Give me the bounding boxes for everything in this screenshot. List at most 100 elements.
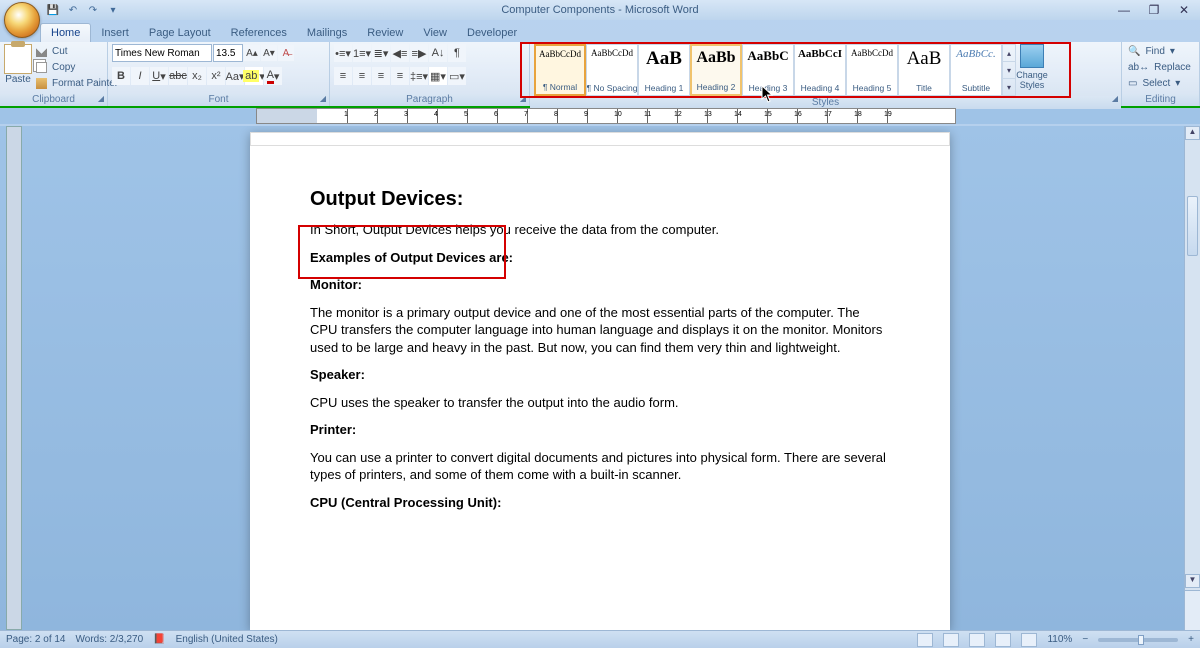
tab-review[interactable]: Review bbox=[357, 24, 413, 42]
group-label-font: Font bbox=[108, 93, 329, 106]
paragraph-text: Examples of Output Devices are: bbox=[310, 249, 890, 267]
scroll-up-button[interactable]: ▲ bbox=[1185, 126, 1200, 140]
change-case-button[interactable]: Aa▾ bbox=[226, 67, 244, 85]
maximize-button[interactable]: ❐ bbox=[1144, 3, 1164, 17]
style-heading-4[interactable]: AaBbCcIHeading 4 bbox=[794, 44, 846, 96]
web-layout-view-icon[interactable] bbox=[969, 633, 985, 647]
tab-mailings[interactable]: Mailings bbox=[297, 24, 357, 42]
shading-button[interactable]: ▦▾ bbox=[429, 67, 447, 85]
style-preview: AaBbCc. bbox=[956, 48, 995, 60]
subscript-button[interactable]: x₂ bbox=[188, 67, 206, 85]
paste-button[interactable]: Paste bbox=[4, 44, 32, 85]
underline-button[interactable]: U▾ bbox=[150, 67, 168, 85]
tab-developer[interactable]: Developer bbox=[457, 24, 527, 42]
styles-row-up-icon[interactable]: ▴ bbox=[1003, 45, 1015, 62]
print-layout-view-icon[interactable] bbox=[917, 633, 933, 647]
clear-formatting-icon[interactable]: A̶ bbox=[278, 45, 294, 61]
save-icon[interactable]: 💾 bbox=[46, 3, 60, 17]
style-preview: AaBbCcI bbox=[798, 48, 842, 60]
style-title[interactable]: AaBTitle bbox=[898, 44, 950, 96]
replace-button[interactable]: ab↔ Replace bbox=[1126, 60, 1195, 75]
style-preview: AaBb bbox=[696, 49, 735, 67]
paragraph-launcher-icon[interactable]: ◢ bbox=[520, 94, 526, 103]
clipboard-launcher-icon[interactable]: ◢ bbox=[98, 94, 104, 103]
bullets-button[interactable]: •≡▾ bbox=[334, 44, 352, 62]
decrease-indent-button[interactable]: ◀≡ bbox=[391, 44, 409, 62]
superscript-button[interactable]: x² bbox=[207, 67, 225, 85]
strikethrough-button[interactable]: abc bbox=[169, 67, 187, 85]
tab-insert[interactable]: Insert bbox=[91, 24, 139, 42]
styles-more-icon[interactable]: ▾ bbox=[1003, 79, 1015, 95]
zoom-slider[interactable] bbox=[1098, 638, 1178, 642]
shrink-font-icon[interactable]: A▾ bbox=[261, 45, 277, 61]
borders-button[interactable]: ▭▾ bbox=[448, 67, 466, 85]
horizontal-ruler[interactable]: 12345678910111213141516171819 bbox=[256, 108, 956, 124]
qat-more-icon[interactable]: ▾ bbox=[106, 3, 120, 17]
draft-view-icon[interactable] bbox=[1021, 633, 1037, 647]
vertical-scrollbar[interactable]: ▲ ▼ bbox=[1184, 126, 1200, 630]
office-button[interactable] bbox=[4, 2, 40, 38]
numbering-button[interactable]: 1≡▾ bbox=[353, 44, 371, 62]
increase-indent-button[interactable]: ≡▶ bbox=[410, 44, 428, 62]
styles-scroll[interactable]: ▴▾▾ bbox=[1002, 44, 1016, 96]
proofing-icon[interactable]: 📕 bbox=[153, 634, 165, 645]
justify-button[interactable]: ≡ bbox=[391, 67, 409, 85]
style-heading-2[interactable]: AaBbHeading 2 bbox=[690, 44, 742, 96]
document-page[interactable]: Output Devices: In Short, Output Devices… bbox=[250, 132, 950, 630]
style-heading-3[interactable]: AaBbCHeading 3 bbox=[742, 44, 794, 96]
tab-page-layout[interactable]: Page Layout bbox=[139, 24, 221, 42]
style-name: Subtitle bbox=[962, 83, 990, 93]
italic-button[interactable]: I bbox=[131, 67, 149, 85]
minimize-button[interactable]: — bbox=[1114, 3, 1134, 17]
align-left-button[interactable]: ≡ bbox=[334, 67, 352, 85]
tab-view[interactable]: View bbox=[413, 24, 457, 42]
tab-home[interactable]: Home bbox=[40, 23, 91, 42]
style--no-spacing[interactable]: AaBbCcDd¶ No Spacing bbox=[586, 44, 638, 96]
status-words[interactable]: Words: 2/3,270 bbox=[76, 634, 144, 645]
change-styles-button[interactable]: ChangeStyles bbox=[1016, 44, 1048, 90]
redo-icon[interactable]: ↷ bbox=[86, 3, 100, 17]
align-center-button[interactable]: ≡ bbox=[353, 67, 371, 85]
style-preview: AaBbC bbox=[747, 48, 788, 64]
highlight-button[interactable]: ab▾ bbox=[245, 67, 263, 85]
select-button[interactable]: ▭ Select ▾ bbox=[1126, 76, 1195, 91]
undo-icon[interactable]: ↶ bbox=[66, 3, 80, 17]
bold-button[interactable]: B bbox=[112, 67, 130, 85]
font-size-select[interactable] bbox=[213, 44, 243, 62]
close-button[interactable]: ✕ bbox=[1174, 3, 1194, 17]
paragraph-text: Monitor: bbox=[310, 276, 890, 294]
tab-references[interactable]: References bbox=[221, 24, 297, 42]
zoom-in-button[interactable]: + bbox=[1188, 634, 1194, 645]
style-heading-5[interactable]: AaBbCcDdHeading 5 bbox=[846, 44, 898, 96]
browse-object-buttons[interactable] bbox=[1185, 590, 1200, 630]
font-name-select[interactable] bbox=[112, 44, 212, 62]
vertical-ruler[interactable] bbox=[6, 126, 22, 630]
font-launcher-icon[interactable]: ◢ bbox=[320, 94, 326, 103]
full-screen-view-icon[interactable] bbox=[943, 633, 959, 647]
status-language[interactable]: English (United States) bbox=[176, 634, 278, 645]
style-preview: AaBbCcDd bbox=[591, 48, 633, 58]
group-label-paragraph: Paragraph bbox=[330, 93, 529, 106]
grow-font-icon[interactable]: A▴ bbox=[244, 45, 260, 61]
style-heading-1[interactable]: AaBHeading 1 bbox=[638, 44, 690, 96]
zoom-out-button[interactable]: − bbox=[1082, 634, 1088, 645]
show-marks-button[interactable]: ¶ bbox=[448, 44, 466, 62]
style-subtitle[interactable]: AaBbCc. Subtitle bbox=[950, 44, 1002, 96]
scroll-thumb[interactable] bbox=[1187, 196, 1198, 256]
styles-launcher-icon[interactable]: ◢ bbox=[1112, 94, 1118, 103]
find-button[interactable]: 🔍 Find ▾ bbox=[1126, 44, 1195, 59]
zoom-value[interactable]: 110% bbox=[1047, 634, 1072, 645]
scroll-down-button[interactable]: ▼ bbox=[1185, 574, 1200, 588]
style-name: Heading 5 bbox=[853, 83, 892, 93]
align-right-button[interactable]: ≡ bbox=[372, 67, 390, 85]
status-page[interactable]: Page: 2 of 14 bbox=[6, 634, 66, 645]
paragraph-text: CPU (Central Processing Unit): bbox=[310, 494, 890, 512]
outline-view-icon[interactable] bbox=[995, 633, 1011, 647]
styles-row-down-icon[interactable]: ▾ bbox=[1003, 62, 1015, 79]
line-spacing-button[interactable]: ‡≡▾ bbox=[410, 67, 428, 85]
style--normal[interactable]: AaBbCcDd¶ Normal bbox=[534, 44, 586, 96]
font-color-button[interactable]: A▾ bbox=[264, 67, 282, 85]
paragraph-text: Printer: bbox=[310, 421, 890, 439]
multilevel-button[interactable]: ≣▾ bbox=[372, 44, 390, 62]
sort-button[interactable]: A↓ bbox=[429, 44, 447, 62]
